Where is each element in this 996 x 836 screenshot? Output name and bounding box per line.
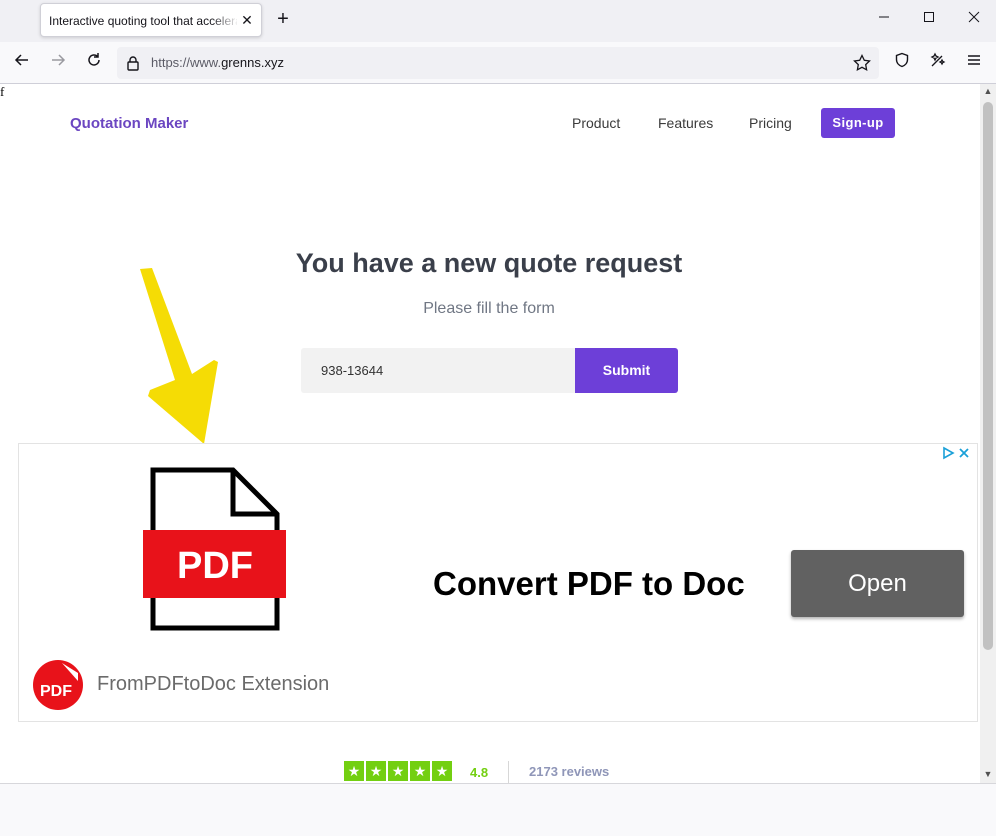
ad-advertiser-name[interactable]: FromPDFtoDoc Extension bbox=[97, 673, 329, 696]
url-bar[interactable]: https://www.grenns.xyz bbox=[117, 47, 879, 79]
star-icon: ★ bbox=[410, 761, 430, 781]
maximize-icon[interactable] bbox=[918, 10, 940, 30]
ad-headline[interactable]: Convert PDF to Doc bbox=[433, 565, 745, 603]
url-scheme: https://www. bbox=[151, 55, 222, 70]
url-text[interactable]: https://www.grenns.xyz bbox=[151, 55, 284, 70]
star-icon: ★ bbox=[432, 761, 452, 781]
page-scrollbar[interactable]: ▲ ▼ bbox=[980, 84, 996, 783]
forward-arrow-icon[interactable] bbox=[46, 51, 70, 75]
advertiser-logo-text: PDF bbox=[40, 683, 72, 700]
star-icon: ★ bbox=[366, 761, 386, 781]
new-tab-button[interactable]: + bbox=[272, 9, 294, 31]
yellow-arrow-annotation bbox=[140, 268, 218, 444]
browser-bottom-area bbox=[0, 783, 996, 836]
navigation-bar: https://www.grenns.xyz bbox=[0, 42, 996, 84]
pdf-document-icon: PDF bbox=[143, 467, 286, 631]
bookmark-star-icon[interactable] bbox=[853, 53, 871, 77]
scroll-down-arrow-icon[interactable]: ▼ bbox=[983, 769, 993, 779]
tab-title-fade bbox=[211, 6, 239, 34]
quote-number-input[interactable] bbox=[301, 348, 576, 393]
advertisement-banner[interactable]: PDF Convert PDF to Doc Open PDF FromPDFt… bbox=[18, 443, 978, 722]
tab-title: Interactive quoting tool that accelerate… bbox=[49, 14, 237, 28]
stray-text: f bbox=[0, 84, 5, 99]
extensions-icon[interactable] bbox=[926, 51, 950, 75]
shield-icon[interactable] bbox=[890, 51, 914, 75]
star-rating: ★ ★ ★ ★ ★ bbox=[344, 761, 454, 781]
url-host: grenns.xyz bbox=[221, 55, 284, 70]
star-icon: ★ bbox=[388, 761, 408, 781]
star-icon: ★ bbox=[344, 761, 364, 781]
scroll-up-arrow-icon[interactable]: ▲ bbox=[983, 86, 993, 96]
adchoices-icon[interactable] bbox=[941, 446, 971, 463]
back-arrow-icon[interactable] bbox=[10, 51, 34, 75]
review-count[interactable]: 2173 reviews bbox=[529, 764, 609, 779]
pdf-label: PDF bbox=[177, 545, 253, 587]
nav-product[interactable]: Product bbox=[572, 115, 620, 131]
lock-icon[interactable] bbox=[126, 55, 140, 76]
submit-button[interactable]: Submit bbox=[575, 348, 678, 393]
nav-features[interactable]: Features bbox=[658, 115, 713, 131]
browser-tab[interactable]: Interactive quoting tool that accelerate… bbox=[40, 3, 262, 37]
rating-score: 4.8 bbox=[470, 765, 489, 780]
menu-icon[interactable] bbox=[962, 51, 986, 75]
rating-divider bbox=[508, 761, 509, 783]
tab-strip: Interactive quoting tool that accelerate… bbox=[0, 0, 996, 42]
nav-pricing[interactable]: Pricing bbox=[749, 115, 792, 131]
ad-open-button[interactable]: Open bbox=[791, 550, 964, 617]
scroll-thumb[interactable] bbox=[983, 102, 993, 650]
minimize-icon[interactable] bbox=[873, 10, 895, 30]
close-window-icon[interactable] bbox=[963, 10, 985, 30]
advertiser-logo: PDF bbox=[33, 660, 83, 710]
signup-button[interactable]: Sign-up bbox=[821, 108, 895, 138]
reload-icon[interactable] bbox=[82, 51, 106, 75]
tab-close-icon[interactable]: ✕ bbox=[239, 11, 255, 29]
site-logo[interactable]: Quotation Maker bbox=[70, 115, 188, 132]
page-viewport: f Quotation Maker Product Features Prici… bbox=[0, 84, 980, 783]
